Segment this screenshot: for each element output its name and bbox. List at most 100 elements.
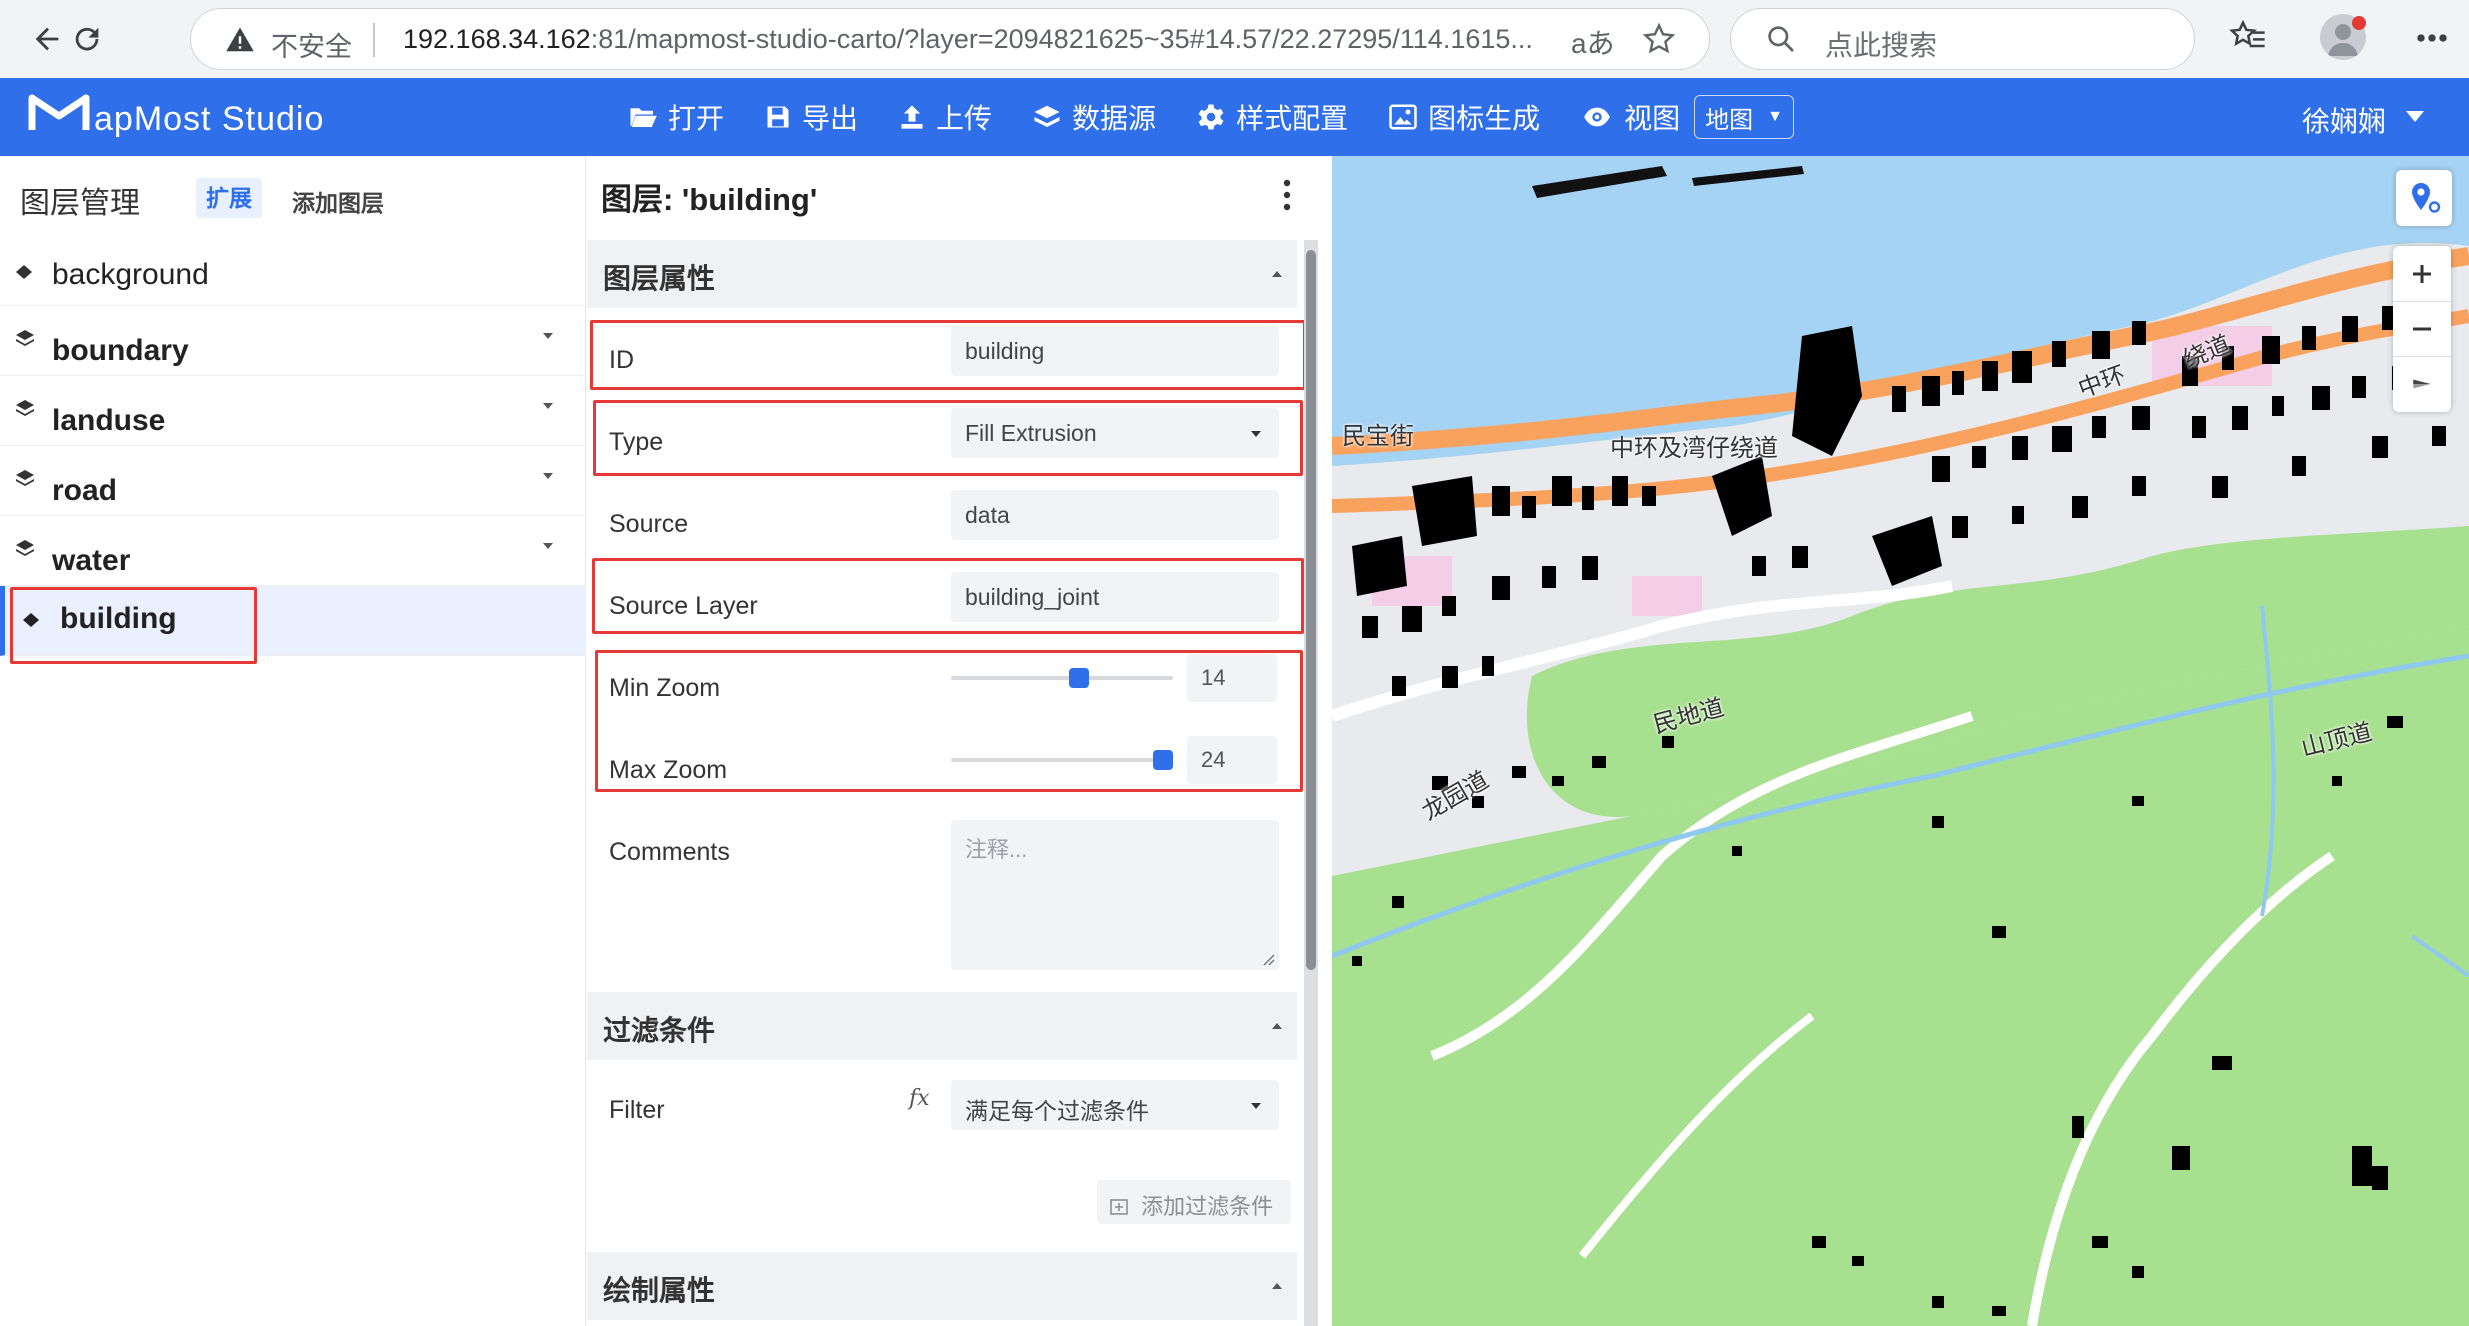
- image-icon: [1389, 104, 1417, 130]
- export-button[interactable]: 导出: [764, 97, 858, 137]
- highlight-box-source-layer: [592, 558, 1304, 634]
- app-logo-text[interactable]: apMost Studio: [94, 100, 324, 139]
- datasource-label: 数据源: [1072, 103, 1157, 134]
- map-canvas[interactable]: 民宝街 中环及湾仔绕道 中环 绕道 民地道 龙园道 山顶道: [1332, 156, 2469, 1326]
- more-vertical-icon[interactable]: [1281, 178, 1293, 212]
- source-input[interactable]: data: [951, 490, 1279, 540]
- add-filter-button[interactable]: 添加过滤条件: [1097, 1180, 1291, 1224]
- layer-label: road: [52, 474, 118, 507]
- building: [1352, 536, 1407, 596]
- search-placeholder: 点此搜索: [1825, 30, 1938, 61]
- expand-button[interactable]: 扩展: [196, 178, 262, 218]
- location-pin-button[interactable]: [2396, 170, 2452, 226]
- layer-item-boundary[interactable]: boundary: [0, 306, 586, 376]
- style-config-button[interactable]: 样式配置: [1196, 97, 1348, 137]
- layer-label: background: [52, 258, 209, 291]
- property-panel: 图层: 'building' 图层属性 ID building Type Fil…: [587, 156, 1318, 1326]
- highlight-box-id: [590, 320, 1306, 390]
- map-zoom-controls: [2393, 246, 2451, 412]
- layers-stack-icon: [1034, 105, 1060, 127]
- notification-dot: [2352, 16, 2366, 30]
- layer-group-icon: [16, 540, 34, 556]
- upload-icon: [901, 105, 923, 129]
- search-icon: [1768, 26, 1794, 52]
- zoom-in-button[interactable]: [2393, 246, 2451, 301]
- minor-road: [2027, 851, 2335, 1326]
- address-bar[interactable]: 不安全 192.168.34.162:81/mapmost-studio-car…: [190, 8, 1710, 70]
- map-render[interactable]: [1332, 156, 2469, 1326]
- url-text[interactable]: 192.168.34.162:81/mapmost-studio-carto/?…: [403, 24, 1553, 55]
- compass-button[interactable]: [2393, 356, 2451, 411]
- datasource-button[interactable]: 数据源: [1032, 97, 1156, 137]
- filter-select[interactable]: 满足每个过滤条件: [951, 1080, 1279, 1130]
- export-label: 导出: [802, 103, 859, 134]
- property-scrollbar-thumb[interactable]: [1306, 250, 1316, 970]
- layer-item-water[interactable]: water: [0, 516, 586, 586]
- more-dots-icon[interactable]: [2410, 14, 2454, 62]
- eye-icon: [1584, 107, 1610, 127]
- star-icon[interactable]: [1641, 21, 1677, 57]
- section-layer-properties[interactable]: 图层属性: [587, 240, 1297, 308]
- filter-value: 满足每个过滤条件: [965, 1098, 1149, 1124]
- chevron-down-icon[interactable]: [540, 400, 556, 412]
- layer-item-background[interactable]: background: [0, 240, 586, 306]
- map-label-street: 民宝街: [1342, 423, 1414, 450]
- view-button[interactable]: 视图: [1580, 97, 1680, 137]
- map-pin-icon: [2412, 183, 2441, 213]
- mapmost-logo-icon[interactable]: [26, 88, 92, 144]
- layer-label: boundary: [52, 334, 189, 367]
- highlight-box-type: [593, 400, 1303, 476]
- gear-icon: [1198, 104, 1224, 130]
- favorites-icon[interactable]: [2228, 16, 2268, 56]
- icon-gen-button[interactable]: 图标生成: [1388, 97, 1540, 137]
- plus-icon: [2413, 264, 2431, 283]
- stream: [2410, 934, 2469, 978]
- layer-diamond-icon: [16, 265, 32, 279]
- section-filter[interactable]: 过滤条件: [587, 992, 1297, 1060]
- resize-handle-icon[interactable]: [1261, 952, 1275, 966]
- warning-icon: [226, 27, 254, 52]
- browser-toolbar: 不安全 192.168.34.162:81/mapmost-studio-car…: [0, 0, 2469, 78]
- reload-icon: [75, 27, 99, 51]
- highlight-box-zoom: [595, 650, 1303, 792]
- chevron-down-icon[interactable]: [540, 470, 556, 482]
- address-separator: [373, 23, 375, 57]
- chevron-down-icon: [1251, 1103, 1261, 1109]
- view-mode-select[interactable]: 地图 ▼: [1694, 95, 1794, 139]
- user-name[interactable]: 徐娴娴: [2302, 100, 2386, 140]
- building: [2387, 716, 2403, 728]
- chevron-up-icon: [1272, 1023, 1282, 1029]
- back-arrow-icon: [35, 27, 59, 51]
- view-mode-value: 地图: [1705, 106, 1754, 134]
- layer-item-road[interactable]: road: [0, 446, 586, 516]
- save-disk-icon: [767, 106, 789, 128]
- reload-button[interactable]: [62, 14, 112, 64]
- layer-item-landuse[interactable]: landuse: [0, 376, 586, 446]
- upload-label: 上传: [936, 103, 993, 134]
- open-label: 打开: [668, 103, 725, 134]
- read-aloud-icon[interactable]: aあ: [1571, 22, 1615, 62]
- comments-placeholder: 注释...: [965, 837, 1028, 862]
- comments-textarea[interactable]: 注释...: [951, 820, 1279, 970]
- zoom-out-button[interactable]: [2393, 301, 2451, 356]
- user-menu-caret-icon[interactable]: [2404, 108, 2426, 124]
- layer-group-icon: [16, 330, 34, 346]
- insecure-label[interactable]: 不安全: [271, 25, 352, 64]
- compass-icon: [2413, 379, 2431, 389]
- chevron-up-icon: [1272, 1283, 1282, 1289]
- layer-group-icon: [16, 470, 34, 486]
- property-panel-title: 图层: 'building': [601, 182, 818, 217]
- chevron-down-icon[interactable]: [540, 540, 556, 552]
- chevron-down-icon[interactable]: [540, 330, 556, 342]
- function-fx-icon[interactable]: fx: [909, 1086, 930, 1111]
- landuse-patch: [1632, 576, 1702, 616]
- url-path: :81/mapmost-studio-carto/?layer=20948216…: [590, 24, 1533, 54]
- upload-button[interactable]: 上传: [898, 97, 992, 137]
- add-layer-button[interactable]: 添加图层: [292, 184, 384, 218]
- filter-add-icon: [1110, 1199, 1128, 1215]
- section-paint[interactable]: 绘制属性: [587, 1252, 1297, 1320]
- style-config-label: 样式配置: [1236, 103, 1349, 134]
- browser-search-box[interactable]: 点此搜索: [1730, 8, 2195, 70]
- open-button[interactable]: 打开: [628, 97, 724, 137]
- layer-label: landuse: [52, 404, 166, 437]
